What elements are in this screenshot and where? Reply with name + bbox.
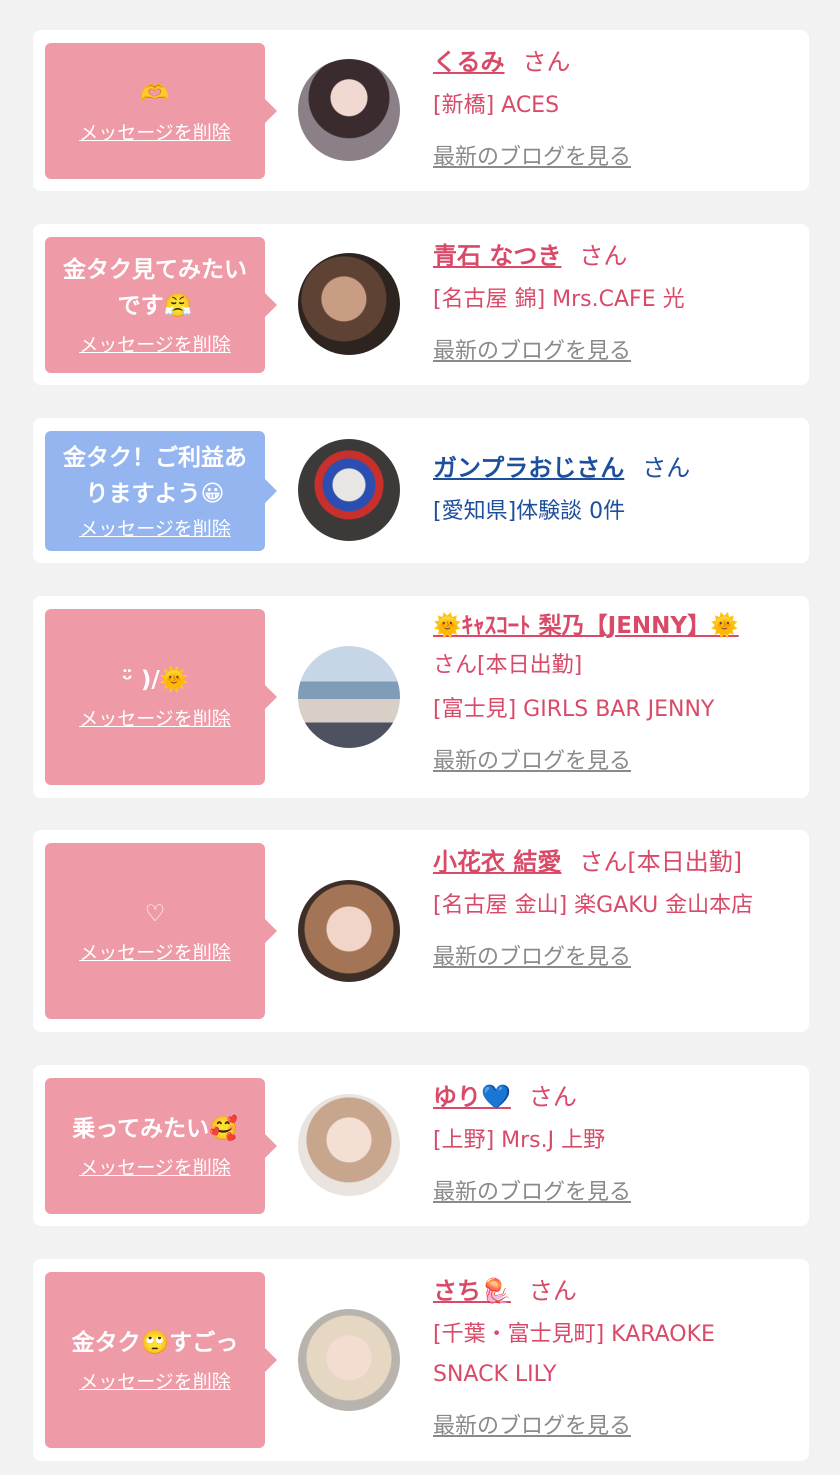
store-label: [名古屋 錦] Mrs.CAFE 光	[433, 287, 685, 312]
message-bubble: 金タク！ご利益ありますよう😀 メッセージを削除	[45, 431, 277, 551]
honorific: さん	[579, 242, 628, 270]
user-info: 小花衣 結愛 さん[本日出勤] [名古屋 金山] 楽GAKU 金山本店 最新のブロ…	[433, 842, 793, 978]
message-bubble: ᵕ̈ )/🌞 メッセージを削除	[45, 609, 277, 785]
message-text: ♡	[144, 901, 166, 927]
list-item: ᵕ̈ )/🌞 メッセージを削除 🌞ｷｬｽｺｰﾄ 梨乃【JENNY】🌞 さん[本日…	[33, 596, 809, 798]
store-label: [上野] Mrs.J 上野	[433, 1128, 606, 1153]
honorific: さん	[522, 48, 571, 76]
message-bubble: 金タク🙄すごっ メッセージを削除	[45, 1272, 277, 1448]
delete-message-link[interactable]: メッセージを削除	[79, 940, 231, 966]
latest-blog-link[interactable]: 最新のブログを見る	[433, 1407, 631, 1447]
message-text: 金タク！ご利益ありますよう😀	[63, 445, 247, 507]
list-item: 🫶 メッセージを削除 くるみ さん [新橋] ACES 最新のブログを見る	[33, 30, 809, 191]
message-text: 金タク見てみたいです😤	[63, 257, 247, 319]
store-label: [千葉・富士見町] KARAOKE SNACK LILY	[433, 1322, 715, 1387]
user-name-link[interactable]: 青石 なつき	[433, 242, 561, 270]
message-bubble: 金タク見てみたいです😤 メッセージを削除	[45, 237, 277, 373]
latest-blog-link[interactable]: 最新のブログを見る	[433, 938, 631, 978]
avatar[interactable]	[298, 253, 400, 355]
latest-blog-link[interactable]: 最新のブログを見る	[433, 138, 631, 178]
delete-message-link[interactable]: メッセージを削除	[79, 1369, 231, 1395]
delete-message-link[interactable]: メッセージを削除	[79, 120, 231, 146]
list-item: ♡ メッセージを削除 小花衣 結愛 さん[本日出勤] [名古屋 金山] 楽GAKU…	[33, 830, 809, 1032]
avatar[interactable]	[298, 646, 400, 748]
user-info: ガンプラおじさん さん [愛知県]体験談 0件	[433, 448, 793, 532]
honorific: さん[本日出勤]	[433, 653, 583, 678]
avatar[interactable]	[298, 1309, 400, 1411]
user-info: くるみ さん [新橋] ACES 最新のブログを見る	[433, 42, 793, 178]
list-item: 金タク🙄すごっ メッセージを削除 さち🪼 さん [千葉・富士見町] KARAOKE…	[33, 1259, 809, 1461]
user-info: 🌞ｷｬｽｺｰﾄ 梨乃【JENNY】🌞 さん[本日出勤] [富士見] GIRLS …	[433, 606, 793, 782]
honorific: さん	[528, 1083, 577, 1111]
delete-message-link[interactable]: メッセージを削除	[79, 706, 231, 732]
list-item: 金タク！ご利益ありますよう😀 メッセージを削除 ガンプラおじさん さん [愛知県]…	[33, 418, 809, 563]
message-list: 🫶 メッセージを削除 くるみ さん [新橋] ACES 最新のブログを見る 金タク…	[0, 0, 840, 1475]
user-name-link[interactable]: くるみ	[433, 48, 505, 76]
avatar[interactable]	[298, 59, 400, 161]
avatar[interactable]	[298, 1094, 400, 1196]
store-label: [新橋] ACES	[433, 93, 560, 118]
message-bubble: 🫶 メッセージを削除	[45, 43, 277, 179]
user-name-link[interactable]: 小花衣 結愛	[433, 848, 561, 876]
latest-blog-link[interactable]: 最新のブログを見る	[433, 742, 631, 782]
user-info: さち🪼 さん [千葉・富士見町] KARAOKE SNACK LILY 最新のブロ…	[433, 1271, 793, 1447]
store-label: [愛知県]体験談 0件	[433, 499, 626, 524]
message-text: 🫶	[140, 81, 170, 107]
store-label: [富士見] GIRLS BAR JENNY	[433, 697, 715, 722]
honorific: さん	[642, 454, 691, 482]
avatar[interactable]	[298, 880, 400, 982]
store-label: [名古屋 金山] 楽GAKU 金山本店	[433, 893, 754, 918]
message-bubble: ♡ メッセージを削除	[45, 843, 277, 1019]
latest-blog-link[interactable]: 最新のブログを見る	[433, 332, 631, 372]
latest-blog-link[interactable]: 最新のブログを見る	[433, 1173, 631, 1213]
list-item: 乗ってみたい🥰 メッセージを削除 ゆり💙 さん [上野] Mrs.J 上野 最新の…	[33, 1065, 809, 1226]
delete-message-link[interactable]: メッセージを削除	[79, 1155, 231, 1181]
message-text: 金タク🙄すごっ	[71, 1330, 239, 1356]
honorific: さん[本日出勤]	[579, 848, 743, 876]
user-name-link[interactable]: ゆり💙	[433, 1083, 511, 1111]
delete-message-link[interactable]: メッセージを削除	[79, 516, 231, 542]
list-item: 金タク見てみたいです😤 メッセージを削除 青石 なつき さん [名古屋 錦] Mr…	[33, 224, 809, 385]
user-name-link[interactable]: 🌞ｷｬｽｺｰﾄ 梨乃【JENNY】🌞	[433, 613, 739, 639]
user-name-link[interactable]: さち🪼	[433, 1277, 511, 1305]
user-info: 青石 なつき さん [名古屋 錦] Mrs.CAFE 光 最新のブログを見る	[433, 236, 793, 372]
user-info: ゆり💙 さん [上野] Mrs.J 上野 最新のブログを見る	[433, 1077, 793, 1213]
message-text: 乗ってみたい🥰	[72, 1116, 238, 1142]
delete-message-link[interactable]: メッセージを削除	[79, 332, 231, 358]
honorific: さん	[528, 1277, 577, 1305]
message-text: ᵕ̈ )/🌞	[121, 667, 189, 693]
user-name-link[interactable]: ガンプラおじさん	[433, 454, 624, 482]
message-bubble: 乗ってみたい🥰 メッセージを削除	[45, 1078, 277, 1214]
avatar[interactable]	[298, 439, 400, 541]
